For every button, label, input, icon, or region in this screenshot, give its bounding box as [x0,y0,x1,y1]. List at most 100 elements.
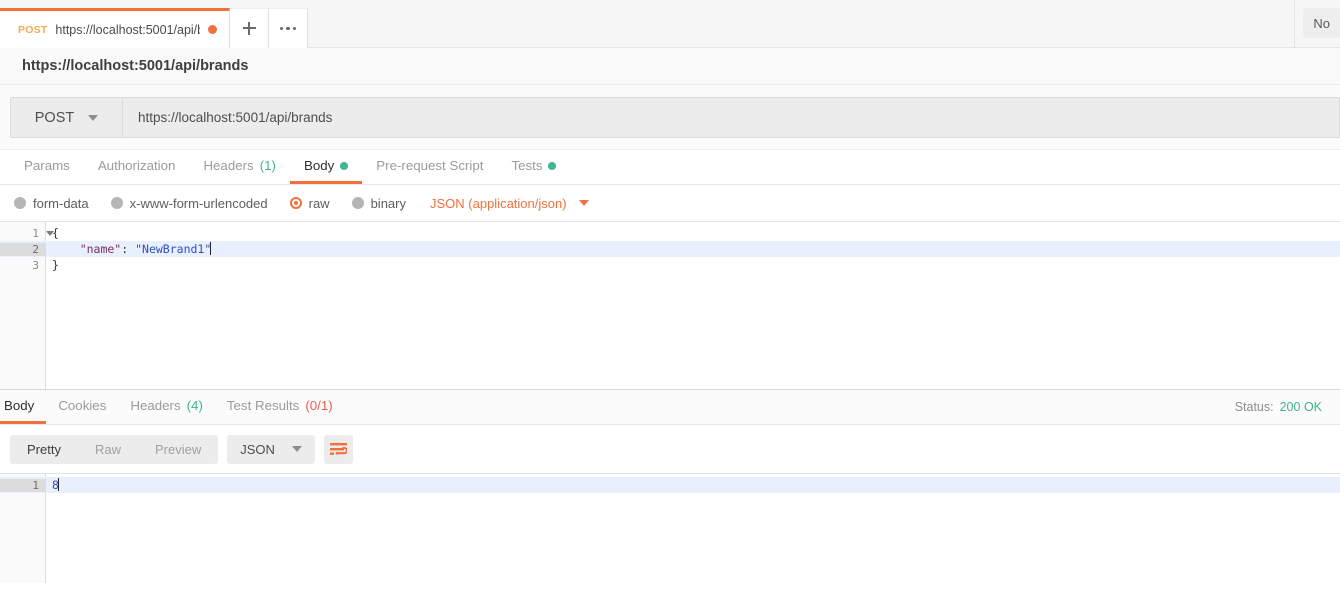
line-number: 2 [0,242,46,256]
request-body-editor[interactable]: 1{2 "name": "NewBrand1" 3} [0,221,1340,389]
view-mode-raw-label: Raw [94,441,121,457]
body-type-urlencoded-label: x-www-form-urlencoded [129,195,268,211]
postman-window: POST https://localhost:5001/api/bran No … [0,0,1340,589]
environment-selector-label: No [1313,15,1330,31]
response-tab-headers[interactable]: Headers (4) [118,390,215,424]
code-text: 8 [46,478,59,492]
line-number: 3 [32,258,39,272]
response-tab-headers-count: (4) [186,398,203,413]
plus-icon [242,22,256,35]
tab-options-button[interactable] [269,8,308,48]
line-number: 1 [0,478,46,492]
response-tab-body-label: Body [4,398,35,413]
tab-body[interactable]: Body [289,150,363,184]
code-text: "name": "NewBrand1" [46,242,212,256]
tab-headers-count: (1) [259,158,276,173]
tab-authorization-label: Authorization [97,158,176,173]
page-title: https://localhost:5001/api/brands [22,58,249,74]
body-type-form-data[interactable]: form-data [14,196,89,211]
content-type-value: JSON (application/json) [430,195,567,211]
code-token: "name" [52,242,122,256]
tab-params-label: Params [24,158,70,173]
tab-body-status-dot [340,161,349,170]
tab-pre-request-script[interactable]: Pre-request Script [362,150,497,184]
response-format-select[interactable]: JSON [227,434,315,464]
body-type-binary[interactable]: binary [351,195,406,211]
code-token: : [121,242,136,256]
tab-params[interactable]: Params [10,150,84,184]
response-body-line[interactable]: 18 [0,477,1340,493]
http-method-select[interactable]: POST [11,98,123,137]
body-type-form-data-label: form-data [33,195,89,211]
chevron-down-icon [88,114,99,121]
request-tab-strip: POST https://localhost:5001/api/bran No [0,0,1340,48]
response-tab-cookies[interactable]: Cookies [46,390,118,424]
code-token: "NewBrand1" [135,242,212,256]
response-tab-headers-label: Headers [130,398,181,413]
radio-icon [351,197,364,209]
request-code-lines: 1{2 "name": "NewBrand1" 3} [0,222,1340,273]
body-type-row: form-data x-www-form-urlencoded raw bina… [0,185,1340,221]
response-tab-cookies-label: Cookies [58,398,107,413]
tab-authorization[interactable]: Authorization [84,150,190,184]
wrap-lines-button[interactable] [323,434,353,464]
text-cursor [57,478,59,491]
http-method-value: POST [34,109,75,126]
fold-arrow-icon[interactable] [46,230,54,236]
url-bar-container: POST https://localhost:5001/api/brands [0,85,1340,150]
body-type-binary-label: binary [370,195,406,211]
tab-headers[interactable]: Headers (1) [189,150,290,184]
view-mode-preview-label: Preview [154,441,202,457]
tab-body-label: Body [303,158,335,173]
url-input-value: https://localhost:5001/api/brands [138,110,333,125]
code-text: } [46,258,59,272]
ellipsis-icon [279,26,297,31]
body-type-raw[interactable]: raw [289,196,330,211]
request-body-line[interactable]: 1{ [0,225,1340,241]
tab-tests-status-dot [548,161,557,170]
radio-icon [14,197,26,209]
body-type-urlencoded[interactable]: x-www-form-urlencoded [110,195,268,211]
tab-list: POST https://localhost:5001/api/bran [0,0,1294,48]
view-mode-raw[interactable]: Raw [78,435,138,464]
word-wrap-icon [329,442,347,455]
response-view-mode-group: Pretty Raw Preview [10,434,219,464]
response-body-editor[interactable]: 18 [0,473,1340,583]
environment-selector[interactable]: No [1303,8,1340,38]
request-tab-url: https://localhost:5001/api/bran [55,22,200,37]
response-status: Status: 200 OK [1235,390,1340,424]
tab-tests[interactable]: Tests [497,150,570,184]
tab-headers-label: Headers [203,158,254,173]
code-token: } [52,258,59,272]
request-body-line[interactable]: 3} [0,257,1340,273]
status-label: Status: [1234,400,1274,414]
tab-tests-label: Tests [511,158,543,173]
url-input[interactable]: https://localhost:5001/api/brands [123,98,1339,137]
line-number: 1 [0,227,54,240]
radio-icon [110,197,123,209]
radio-selected-icon [289,197,302,209]
response-tab-body[interactable]: Body [0,390,47,424]
unsaved-changes-dot [208,25,217,34]
response-format-value: JSON [240,441,275,457]
response-toolbar: Pretty Raw Preview JSON [0,425,1340,473]
request-body-line[interactable]: 2 "name": "NewBrand1" [0,241,1340,257]
response-tab-test-results[interactable]: Test Results (0/1) [215,390,345,424]
chevron-down-icon [578,200,589,206]
chevron-down-icon [291,446,302,452]
request-tab-active[interactable]: POST https://localhost:5001/api/bran [0,8,230,48]
url-bar: POST https://localhost:5001/api/brands [10,97,1340,138]
toolbar-divider [1294,0,1296,47]
view-mode-pretty[interactable]: Pretty [10,435,78,464]
view-mode-pretty-label: Pretty [27,441,61,457]
new-tab-button[interactable] [230,8,269,48]
response-section-tabs: Body Cookies Headers (4) Test Results (0… [0,390,1340,425]
content-type-select[interactable]: JSON (application/json) [430,196,589,211]
status-badge: 200 OK [1279,400,1322,414]
request-tab-method: POST [18,23,48,36]
request-title-bar: https://localhost:5001/api/brands [0,48,1340,85]
view-mode-preview[interactable]: Preview [138,435,218,464]
response-code-lines: 18 [0,474,1340,493]
tab-pre-request-script-label: Pre-request Script [376,158,484,173]
text-cursor [210,242,212,255]
